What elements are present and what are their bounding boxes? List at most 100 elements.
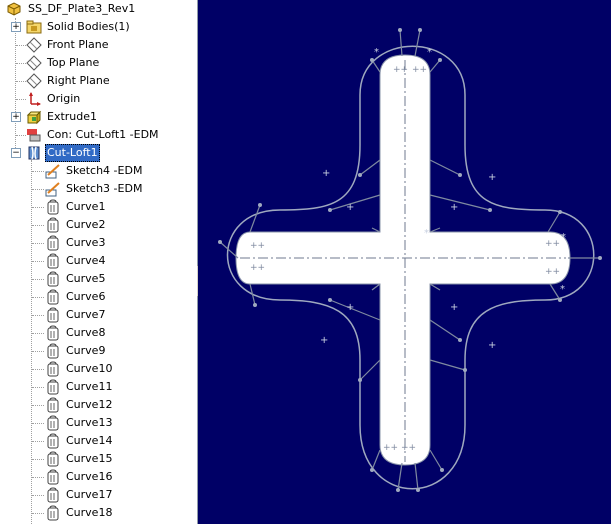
tree-line: [32, 207, 44, 208]
tree-line: [32, 279, 44, 280]
tree-item-label: Curve3: [66, 236, 106, 249]
tree-item-label: Curve10: [66, 362, 113, 375]
tree-line: [32, 459, 44, 460]
curve-icon: [47, 289, 59, 305]
tree-line: [32, 513, 44, 514]
tree-item-label: Curve11: [66, 380, 113, 393]
svg-text:*: *: [560, 284, 565, 295]
svg-text:++: ++: [545, 239, 560, 249]
extrude-icon: [26, 110, 42, 125]
tree-item-curve[interactable]: Curve4: [0, 252, 197, 270]
tree-item-curve[interactable]: Curve16: [0, 468, 197, 486]
tree-item-curve[interactable]: Curve1: [0, 198, 197, 216]
svg-text:*: *: [427, 47, 432, 58]
tree-line: [16, 45, 26, 46]
tree-item-label: Curve2: [66, 218, 106, 231]
collapse-icon[interactable]: −: [11, 148, 21, 158]
tree-line: [32, 477, 44, 478]
tree-item-extrude[interactable]: + Extrude1: [0, 108, 197, 126]
tree-item-curve[interactable]: Curve3: [0, 234, 197, 252]
cut-loft-icon: [28, 146, 40, 160]
svg-text:++: ++: [250, 263, 265, 273]
tree-item-sketch[interactable]: Sketch3 -EDM: [0, 180, 197, 198]
tree-line: [16, 135, 26, 136]
tree-item-origin[interactable]: Origin: [0, 90, 197, 108]
tree-line: [32, 441, 44, 442]
tree-item-curve[interactable]: Curve9: [0, 342, 197, 360]
curve-icon: [47, 433, 59, 449]
tree-item-front-plane[interactable]: Front Plane: [0, 36, 197, 54]
tree-item-label: Curve13: [66, 416, 113, 429]
tree-item-label: Curve9: [66, 344, 106, 357]
tree-item-curve[interactable]: Curve5: [0, 270, 197, 288]
tree-item-top-plane[interactable]: Top Plane: [0, 54, 197, 72]
curve-icon: [47, 451, 59, 467]
tree-line: [32, 405, 44, 406]
tree-item-cut-loft[interactable]: − Cut-Loft1: [0, 144, 197, 162]
tree-item-right-plane[interactable]: Right Plane: [0, 72, 197, 90]
tree-item-curve[interactable]: Curve15: [0, 450, 197, 468]
tree-item-label: Sketch3 -EDM: [66, 182, 143, 195]
tree-item-label: Curve18: [66, 506, 113, 519]
part-name-label: SS_DF_Plate3_Rev1: [28, 2, 136, 15]
graphics-viewport[interactable]: * * * * * + + + + + + + + ++ ++ ++ ++ ++ ++ ++ ++: [198, 0, 611, 524]
curve-icon: [47, 361, 59, 377]
tree-line: [32, 171, 44, 172]
tree-item-curve[interactable]: Curve11: [0, 378, 197, 396]
svg-text:*: *: [424, 228, 429, 239]
tree-item-curve[interactable]: Curve6: [0, 288, 197, 306]
curve-icon: [47, 325, 59, 341]
tree-item-curve[interactable]: Curve14: [0, 432, 197, 450]
tree-item-part[interactable]: SS_DF_Plate3_Rev1: [0, 0, 197, 18]
svg-text:+: +: [346, 202, 354, 213]
svg-text:++: ++: [383, 443, 398, 453]
tree-item-curve[interactable]: Curve10: [0, 360, 197, 378]
tree-line: [32, 333, 44, 334]
tree-item-label: Curve12: [66, 398, 113, 411]
svg-text:+: +: [320, 335, 328, 346]
curve-icon: [47, 469, 59, 485]
tree-item-curve[interactable]: Curve8: [0, 324, 197, 342]
svg-text:++: ++: [545, 267, 560, 277]
svg-text:++: ++: [401, 443, 416, 453]
part-drawing: * ** ** + ++ + + ++ + ++ ++ ++++ ++++ ++ ++: [218, 28, 602, 492]
tree-item-curve[interactable]: Curve2: [0, 216, 197, 234]
svg-text:+: +: [322, 168, 330, 179]
curve-icon: [47, 199, 59, 215]
svg-text:+: +: [450, 302, 458, 313]
tree-item-label: Extrude1: [47, 110, 98, 123]
tree-item-label: Curve4: [66, 254, 106, 267]
svg-text:++: ++: [250, 241, 265, 251]
tree-item-curve[interactable]: Curve7: [0, 306, 197, 324]
tree-item-connector[interactable]: Con: Cut-Loft1 -EDM: [0, 126, 197, 144]
curve-icon: [47, 253, 59, 269]
expand-icon[interactable]: +: [11, 22, 21, 32]
tree-item-label: Curve1: [66, 200, 106, 213]
part-body: [235, 54, 571, 466]
curve-icon: [47, 307, 59, 323]
tree-line: [16, 81, 26, 82]
curve-icon: [47, 271, 59, 287]
tree-item-label-selected: Cut-Loft1: [45, 144, 100, 162]
tree-item-label: Curve8: [66, 326, 106, 339]
tree-item-sketch[interactable]: Sketch4 -EDM: [0, 162, 197, 180]
tree-item-label: Curve17: [66, 488, 113, 501]
plane-icon: [26, 73, 42, 89]
tree-line: [32, 315, 44, 316]
tree-line: [32, 369, 44, 370]
tree-item-curve[interactable]: Curve17: [0, 486, 197, 504]
sketch-icon: [45, 182, 60, 197]
tree-item-solid-bodies[interactable]: + Solid Bodies(1): [0, 18, 197, 36]
curve-icon: [47, 415, 59, 431]
expand-icon[interactable]: +: [11, 112, 21, 122]
svg-text:++: ++: [393, 65, 408, 75]
part-icon: [7, 2, 21, 16]
tree-item-curve[interactable]: Curve18: [0, 504, 197, 522]
tree-item-label: Curve7: [66, 308, 106, 321]
feature-manager-tree[interactable]: SS_DF_Plate3_Rev1 + Solid Bodies(1) Fron…: [0, 0, 198, 524]
tree-item-curve[interactable]: Curve12: [0, 396, 197, 414]
tree-line: [32, 225, 44, 226]
tree-item-curve[interactable]: Curve13: [0, 414, 197, 432]
tree-item-label: Curve6: [66, 290, 106, 303]
curve-icon: [47, 217, 59, 233]
